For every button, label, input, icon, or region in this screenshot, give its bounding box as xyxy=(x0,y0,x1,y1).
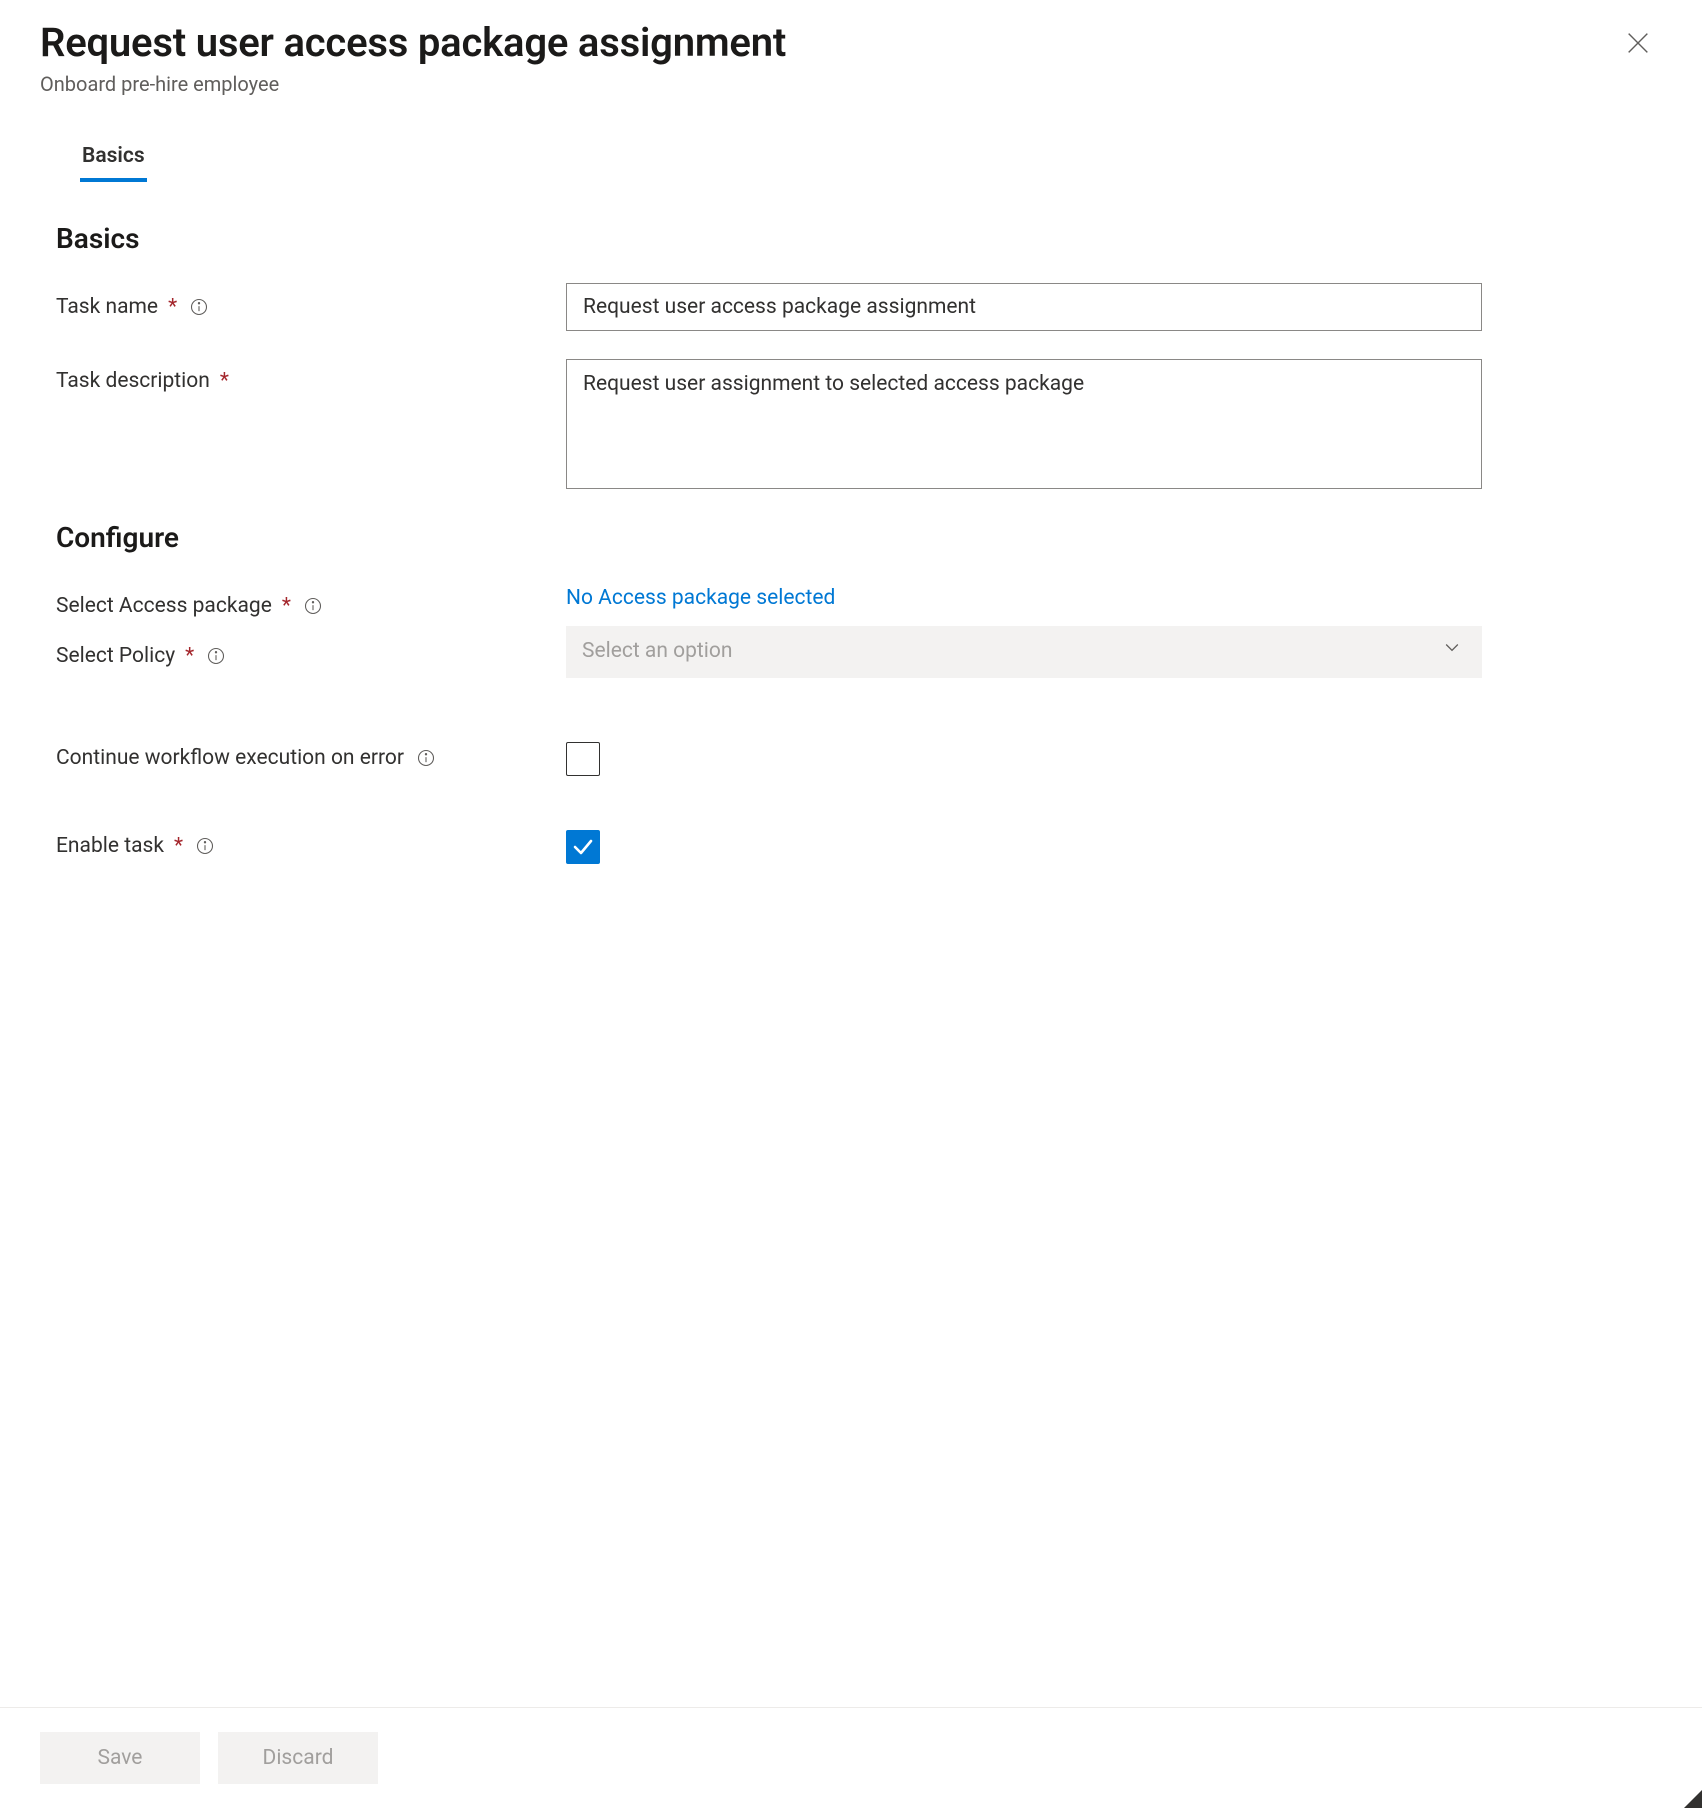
page-subtitle: Onboard pre-hire employee xyxy=(40,72,1662,96)
footer: Save Discard xyxy=(0,1707,1702,1808)
discard-button[interactable]: Discard xyxy=(218,1732,378,1784)
continue-on-error-checkbox[interactable] xyxy=(566,742,600,776)
enable-task-checkbox[interactable] xyxy=(566,830,600,864)
blade-header: Request user access package assignment O… xyxy=(0,0,1702,182)
label-text-enable-task: Enable task xyxy=(56,834,164,858)
label-continue-on-error: Continue workflow execution on error xyxy=(56,742,566,770)
label-text-access-package: Select Access package xyxy=(56,594,272,618)
info-icon[interactable] xyxy=(303,596,323,616)
row-enable-task: Enable task * xyxy=(56,830,1646,864)
info-icon[interactable] xyxy=(195,836,215,856)
section-heading-basics: Basics xyxy=(56,222,1646,255)
close-icon xyxy=(1624,29,1652,60)
access-package-link[interactable]: No Access package selected xyxy=(566,582,835,610)
label-text-policy: Select Policy xyxy=(56,644,175,668)
required-marker: * xyxy=(185,644,194,668)
label-task-description: Task description * xyxy=(56,359,566,393)
label-text-continue-on-error: Continue workflow execution on error xyxy=(56,746,404,770)
save-button[interactable]: Save xyxy=(40,1732,200,1784)
row-policy: Select Policy * Select an option xyxy=(56,632,1646,678)
policy-placeholder: Select an option xyxy=(582,637,732,666)
label-task-name: Task name * xyxy=(56,283,566,319)
tab-row: Basics xyxy=(40,144,1662,182)
policy-select[interactable]: Select an option xyxy=(566,626,1482,678)
content-area: Basics Task name * Task description * xyxy=(0,182,1702,1707)
resize-grip-icon xyxy=(1684,1790,1702,1808)
required-marker: * xyxy=(168,295,177,319)
required-marker: * xyxy=(282,594,291,618)
tab-basics[interactable]: Basics xyxy=(80,144,147,182)
info-icon[interactable] xyxy=(189,297,209,317)
label-text-task-name: Task name xyxy=(56,295,158,319)
row-access-package: Select Access package * No Access packag… xyxy=(56,582,1646,618)
required-marker: * xyxy=(174,834,183,858)
info-icon[interactable] xyxy=(416,748,436,768)
section-heading-configure: Configure xyxy=(56,521,1646,554)
close-button[interactable] xyxy=(1622,28,1654,60)
row-task-name: Task name * xyxy=(56,283,1646,331)
required-marker: * xyxy=(220,369,229,393)
label-access-package: Select Access package * xyxy=(56,582,566,618)
chevron-down-icon xyxy=(1442,637,1462,666)
row-task-description: Task description * xyxy=(56,359,1646,493)
row-continue-on-error: Continue workflow execution on error xyxy=(56,742,1646,780)
label-policy: Select Policy * xyxy=(56,632,566,668)
task-description-input[interactable] xyxy=(566,359,1482,489)
info-icon[interactable] xyxy=(206,646,226,666)
page-title: Request user access package assignment xyxy=(40,18,1662,68)
label-text-task-description: Task description xyxy=(56,369,210,393)
label-enable-task: Enable task * xyxy=(56,830,566,858)
task-name-input[interactable] xyxy=(566,283,1482,331)
blade-root: Request user access package assignment O… xyxy=(0,0,1702,1808)
